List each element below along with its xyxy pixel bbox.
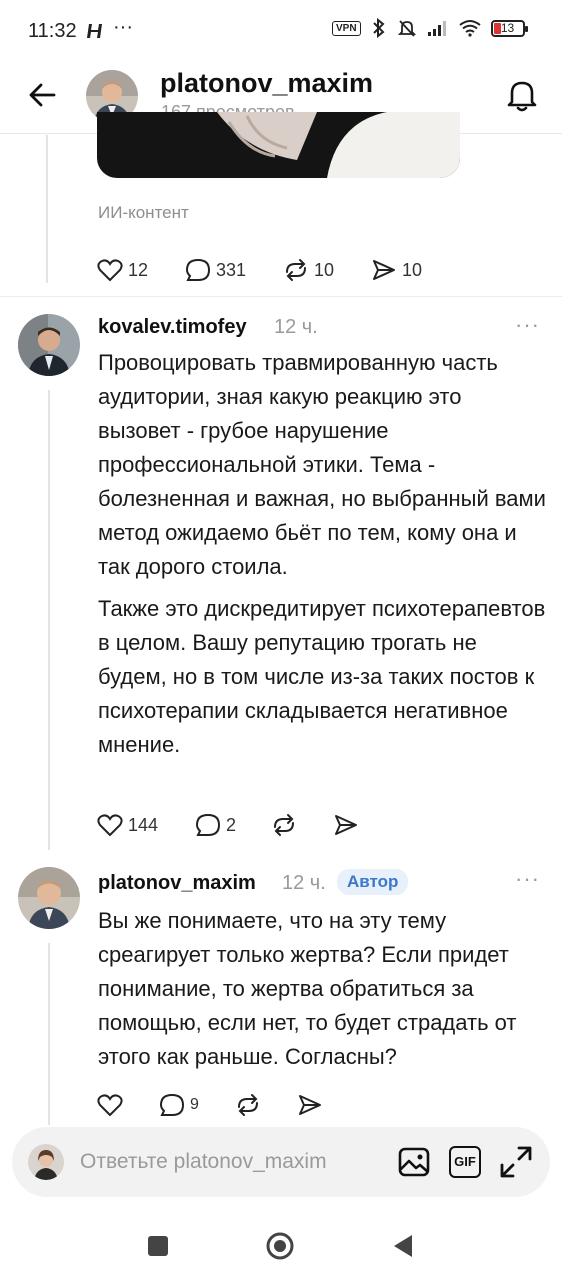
bluetooth-icon (372, 18, 385, 38)
comment-icon (159, 1093, 185, 1116)
comment-paragraph: Вы же понимаете, что на эту тему среагир… (98, 908, 517, 1069)
recent-apps-button[interactable] (148, 1236, 168, 1256)
comment-repost-button[interactable] (235, 1093, 297, 1117)
post-like-count: 12 (128, 259, 149, 280)
send-icon (299, 1095, 321, 1115)
repost-icon (286, 259, 306, 281)
thread-line (46, 135, 48, 283)
more-options-button[interactable]: ··· (515, 312, 540, 338)
bell-icon[interactable] (506, 78, 538, 112)
signal-icon (427, 21, 446, 36)
wifi-icon (458, 20, 481, 37)
expand-icon[interactable] (499, 1145, 533, 1179)
comment-time: 12 ч. (282, 872, 326, 894)
post-repost-count: 10 (314, 259, 335, 280)
post-image[interactable] (97, 112, 460, 178)
comment-avatar[interactable] (18, 314, 80, 376)
home-button[interactable] (265, 1231, 295, 1261)
comment-paragraph: Провоцировать травмированную часть аудит… (98, 350, 546, 579)
comment-share-button[interactable] (297, 1093, 323, 1117)
silent-bell-icon (397, 20, 416, 37)
comment-actions: 9 (97, 1093, 323, 1117)
header-username[interactable]: platonov_maxim (160, 68, 373, 99)
comment-reply-count: 2 (226, 814, 237, 835)
comment-repost-button[interactable] (271, 813, 333, 837)
battery-icon: 13 (490, 19, 528, 37)
divider (0, 296, 562, 297)
repost-icon (274, 814, 294, 836)
heart-icon (97, 814, 123, 837)
comment-paragraph: Также это дискредитирует психотерапевтов… (98, 596, 546, 757)
comment-reply-count: 9 (190, 1096, 199, 1113)
thread-line (48, 943, 50, 1125)
gif-button[interactable]: GIF (449, 1146, 481, 1178)
comment-avatar[interactable] (18, 867, 80, 929)
heart-icon (97, 259, 123, 282)
comment-reply-button[interactable]: 9 (159, 1093, 235, 1117)
more-options-button[interactable]: ··· (515, 866, 540, 892)
send-icon (335, 815, 357, 835)
comment-share-button[interactable] (333, 813, 359, 837)
reply-input[interactable]: Ответьте platonov_maxim (80, 1150, 327, 1174)
comment-reply-button[interactable]: 2 (195, 813, 271, 837)
post-share-button[interactable]: 10 (371, 258, 422, 282)
comment-username[interactable]: kovalev.timofey (98, 316, 247, 339)
back-triangle-button[interactable] (392, 1233, 414, 1259)
status-icons: VPN 13 (332, 18, 528, 38)
repost-icon (238, 1094, 258, 1116)
user-avatar (28, 1144, 64, 1180)
post-repost-button[interactable]: 10 (283, 258, 371, 282)
author-badge: Автор (337, 869, 409, 895)
post-actions: 12 331 10 10 (97, 258, 422, 282)
comment-time: 12 ч. (274, 316, 318, 338)
comment-actions: 144 2 (97, 813, 359, 837)
thread-line (48, 390, 50, 850)
comment-like-count: 144 (128, 814, 159, 835)
comment-icon (195, 813, 221, 836)
comment-like-button[interactable]: 144 (97, 813, 195, 837)
post-reply-button[interactable]: 331 (185, 258, 283, 282)
status-more-dots: ··· (113, 16, 133, 38)
image-attach-icon[interactable] (397, 1146, 431, 1178)
vpn-icon: VPN (332, 20, 361, 36)
comment-like-button[interactable] (97, 1093, 159, 1117)
heart-icon (97, 1094, 123, 1117)
post-share-count: 10 (402, 259, 423, 280)
post-like-button[interactable]: 12 (97, 258, 185, 282)
comment-icon (185, 258, 211, 281)
ai-content-label: ИИ-контент (98, 203, 189, 222)
status-time: 11:32 (28, 20, 77, 42)
notification-app-icon (87, 24, 102, 38)
comment-username[interactable]: platonov_maxim (98, 872, 256, 895)
send-icon (373, 260, 395, 280)
back-arrow-icon[interactable] (28, 80, 58, 110)
post-reply-count: 331 (216, 259, 247, 280)
